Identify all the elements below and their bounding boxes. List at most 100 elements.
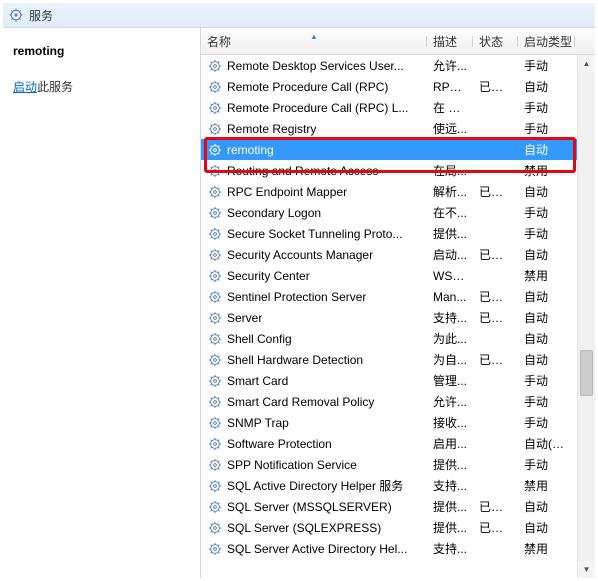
service-row[interactable]: Remote Desktop Services User...允许...手动 bbox=[201, 55, 578, 76]
scroll-track[interactable] bbox=[578, 72, 595, 561]
service-desc-cell: 提供... bbox=[427, 519, 473, 536]
gear-icon bbox=[207, 184, 223, 200]
gear-icon bbox=[207, 394, 223, 410]
sort-ascending-icon: ▲ bbox=[310, 33, 318, 41]
gear-icon bbox=[207, 499, 223, 515]
service-desc-cell: 使远... bbox=[427, 120, 473, 137]
service-row[interactable]: Shell Config为此...自动 bbox=[201, 328, 578, 349]
service-row[interactable]: SNMP Trap接收...手动 bbox=[201, 412, 578, 433]
gear-icon bbox=[207, 352, 223, 368]
service-row[interactable]: Secure Socket Tunneling Proto...提供...手动 bbox=[201, 223, 578, 244]
service-name-cell: Remote Procedure Call (RPC) bbox=[227, 80, 388, 94]
service-status-cell: 已启动 bbox=[473, 183, 518, 200]
service-row[interactable]: SPP Notification Service提供...手动 bbox=[201, 454, 578, 475]
service-startup-cell: 手动 bbox=[518, 99, 575, 116]
service-name-cell: remoting bbox=[227, 143, 274, 157]
service-status-cell: 已启动 bbox=[473, 498, 518, 515]
service-startup-cell: 自动 bbox=[518, 498, 575, 515]
gear-icon bbox=[207, 268, 223, 284]
service-startup-cell: 自动 bbox=[518, 78, 575, 95]
service-name-cell: RPC Endpoint Mapper bbox=[227, 185, 347, 199]
service-row[interactable]: Smart Card Removal Policy允许...手动 bbox=[201, 391, 578, 412]
service-row[interactable]: Security CenterWSC...禁用 bbox=[201, 265, 578, 286]
service-startup-cell: 自动 bbox=[518, 519, 575, 536]
service-name-cell: SPP Notification Service bbox=[227, 458, 357, 472]
service-row[interactable]: Remote Registry使远...手动 bbox=[201, 118, 578, 139]
service-desc-cell: 支持... bbox=[427, 477, 473, 494]
scroll-down-button[interactable]: ▼ bbox=[578, 561, 595, 578]
gear-icon bbox=[207, 247, 223, 263]
service-row[interactable]: SQL Server Active Directory Hel...支持...禁… bbox=[201, 538, 578, 559]
service-desc-cell: WSC... bbox=[427, 269, 473, 283]
service-startup-cell: 手动 bbox=[518, 57, 575, 74]
service-row[interactable]: remoting自动 bbox=[201, 139, 578, 160]
services-title-icon bbox=[9, 8, 23, 22]
service-startup-cell: 自动(延迟 bbox=[518, 435, 575, 452]
header-name[interactable]: ▲ 名称 bbox=[201, 33, 427, 50]
service-name-cell: Secure Socket Tunneling Proto... bbox=[227, 227, 402, 241]
header-startup-type[interactable]: 启动类型 bbox=[518, 33, 575, 50]
service-row[interactable]: Software Protection启用...自动(延迟 bbox=[201, 433, 578, 454]
service-status-cell: 已启动 bbox=[473, 519, 518, 536]
service-startup-cell: 禁用 bbox=[518, 477, 575, 494]
service-startup-cell: 手动 bbox=[518, 120, 575, 137]
service-desc-cell: Man... bbox=[427, 290, 473, 304]
service-startup-cell: 自动 bbox=[518, 246, 575, 263]
window-title: 服务 bbox=[29, 7, 53, 24]
service-name-cell: SNMP Trap bbox=[227, 416, 289, 430]
service-startup-cell: 手动 bbox=[518, 204, 575, 221]
service-name-cell: Smart Card bbox=[227, 374, 288, 388]
service-name-cell: Routing and Remote Access bbox=[227, 164, 378, 178]
service-desc-cell: 管理... bbox=[427, 372, 473, 389]
title-bar: 服务 bbox=[3, 3, 595, 28]
service-row[interactable]: Smart Card 管理... 手动 bbox=[201, 370, 578, 391]
service-startup-cell: 禁用 bbox=[518, 162, 575, 179]
gear-icon bbox=[207, 331, 223, 347]
service-name-cell: Software Protection bbox=[227, 437, 332, 451]
service-row[interactable]: Remote Procedure Call (RPC)RPC...已启动自动 bbox=[201, 76, 578, 97]
gear-icon bbox=[207, 58, 223, 74]
header-description[interactable]: 描述 bbox=[427, 33, 473, 50]
service-row[interactable]: Routing and Remote Access 在局... 禁用 bbox=[201, 160, 578, 181]
gear-icon bbox=[207, 520, 223, 536]
service-row[interactable]: SQL Server (SQLEXPRESS)提供...已启动自动 bbox=[201, 517, 578, 538]
scroll-thumb[interactable] bbox=[580, 350, 593, 396]
service-desc-cell: 在局... bbox=[427, 162, 473, 179]
header-status[interactable]: 状态 bbox=[473, 33, 518, 50]
service-desc-cell: 支持... bbox=[427, 309, 473, 326]
sidebar-action: 启动此服务 bbox=[13, 78, 190, 95]
service-row[interactable]: SQL Active Directory Helper 服务支持...禁用 bbox=[201, 475, 578, 496]
service-row[interactable]: Remote Procedure Call (RPC) L... 在 W... 手动 bbox=[201, 97, 578, 118]
gear-icon bbox=[207, 415, 223, 431]
gear-icon bbox=[207, 541, 223, 557]
service-row[interactable]: SQL Server (MSSQLSERVER)提供...已启动自动 bbox=[201, 496, 578, 517]
service-row[interactable]: Server支持...已启动自动 bbox=[201, 307, 578, 328]
service-row[interactable]: RPC Endpoint Mapper解析...已启动自动 bbox=[201, 181, 578, 202]
gear-icon bbox=[207, 478, 223, 494]
gear-icon bbox=[207, 226, 223, 242]
list-header[interactable]: ▲ 名称 描述 状态 启动类型 bbox=[201, 28, 595, 55]
service-desc-cell: RPC... bbox=[427, 80, 473, 94]
service-startup-cell: 自动 bbox=[518, 351, 575, 368]
gear-icon bbox=[207, 142, 223, 158]
service-row[interactable]: Secondary Logon在不...手动 bbox=[201, 202, 578, 223]
service-desc-cell: 在 W... bbox=[427, 99, 473, 116]
service-name-cell: Shell Hardware Detection bbox=[227, 353, 363, 367]
service-status-cell: 已启动 bbox=[473, 351, 518, 368]
gear-icon bbox=[207, 100, 223, 116]
gear-icon bbox=[207, 457, 223, 473]
gear-icon bbox=[207, 79, 223, 95]
scroll-up-button[interactable]: ▲ bbox=[578, 55, 595, 72]
selected-service-name: remoting bbox=[13, 44, 190, 58]
service-name-cell: Secondary Logon bbox=[227, 206, 321, 220]
service-name-cell: Server bbox=[227, 311, 262, 325]
service-startup-cell: 手动 bbox=[518, 372, 575, 389]
service-row[interactable]: Shell Hardware Detection为自...已启动自动 bbox=[201, 349, 578, 370]
vertical-scrollbar[interactable]: ▲ ▼ bbox=[577, 55, 595, 578]
service-name-cell: SQL Server (MSSQLSERVER) bbox=[227, 500, 392, 514]
service-row[interactable]: Security Accounts Manager启动...已启动自动 bbox=[201, 244, 578, 265]
service-desc-cell: 允许... bbox=[427, 57, 473, 74]
service-row[interactable]: Sentinel Protection ServerMan...已启动自动 bbox=[201, 286, 578, 307]
start-link[interactable]: 启动 bbox=[13, 80, 37, 94]
service-name-cell: Remote Procedure Call (RPC) L... bbox=[227, 101, 408, 115]
